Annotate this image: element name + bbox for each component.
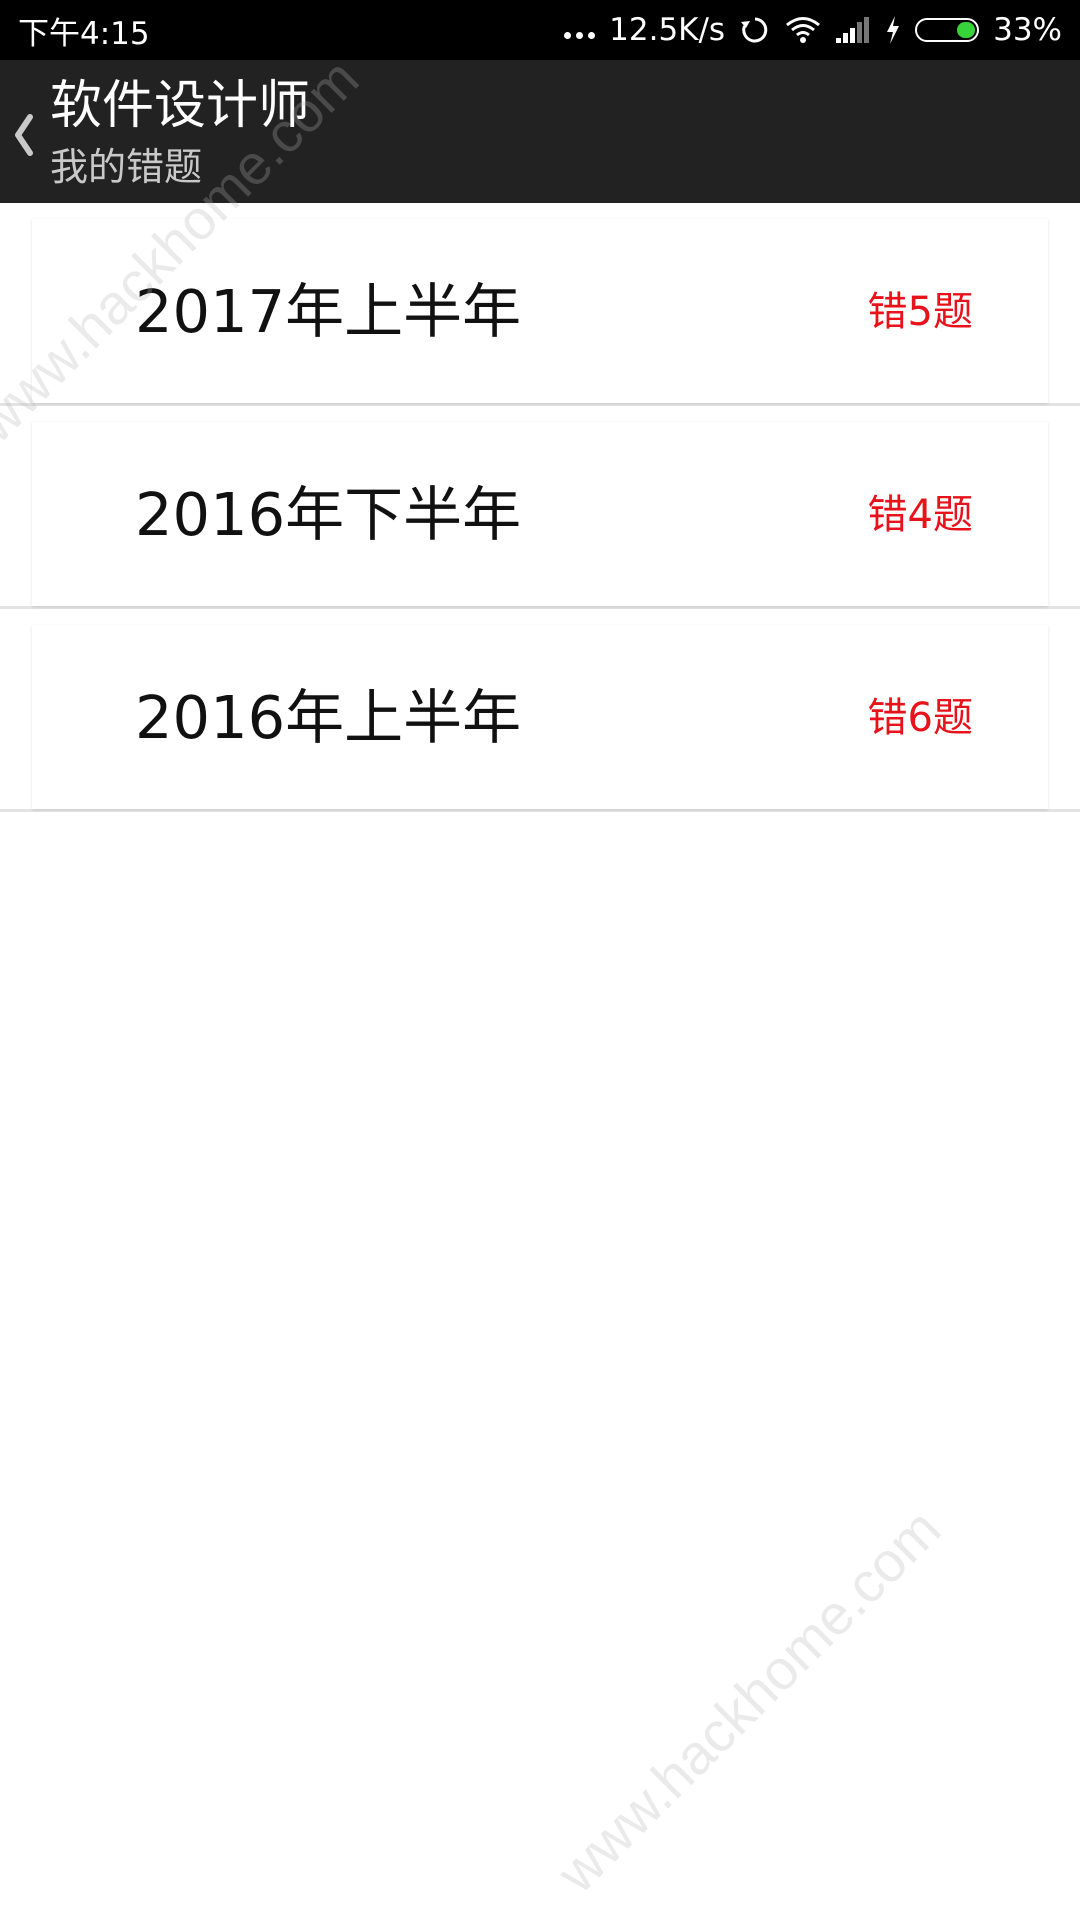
more-dots-icon <box>564 31 596 39</box>
status-bar: 下午4:15 12.5K/s 33% <box>0 0 1080 60</box>
battery-percent: 33% <box>993 12 1062 48</box>
status-time: 下午4:15 <box>18 15 150 52</box>
status-right: 12.5K/s 33% <box>564 12 1062 48</box>
network-speed: 12.5K/s <box>609 12 726 48</box>
list-item: 2016年下半年 错4题 <box>0 406 1080 609</box>
list-item-title: 2016年上半年 <box>135 683 522 752</box>
wifi-icon <box>785 16 821 44</box>
status-left: 下午4:15 <box>18 8 150 53</box>
app-screen: 下午4:15 12.5K/s 33% 软件设计师 我的错题 2017年上半年 错… <box>0 0 1080 1920</box>
sync-icon <box>739 14 771 46</box>
list-item-card[interactable]: 2016年上半年 错6题 <box>32 625 1048 809</box>
list-item-title: 2017年上半年 <box>135 277 522 346</box>
wrong-count-badge: 错4题 <box>867 492 973 538</box>
charging-icon <box>885 15 901 45</box>
signal-icon <box>835 16 871 44</box>
list-item: 2017年上半年 错5题 <box>0 203 1080 406</box>
chevron-left-icon <box>15 114 33 156</box>
wrong-count-badge: 错5题 <box>867 289 973 335</box>
list-item-card[interactable]: 2017年上半年 错5题 <box>32 219 1048 403</box>
page-subtitle: 我的错题 <box>50 145 203 189</box>
page-title: 软件设计师 <box>50 76 311 136</box>
watermark: www.hackhome.com <box>544 1496 953 1905</box>
wrong-count-badge: 错6题 <box>867 695 973 741</box>
list-item-title: 2016年下半年 <box>135 480 522 549</box>
battery-icon <box>915 18 980 42</box>
back-button[interactable] <box>6 100 42 170</box>
list-item-card[interactable]: 2016年下半年 错4题 <box>32 422 1048 606</box>
list-item: 2016年上半年 错6题 <box>0 609 1080 812</box>
wrong-questions-list: 2017年上半年 错5题 2016年下半年 错4题 2016年上半年 错6题 <box>0 203 1080 812</box>
app-header: 软件设计师 我的错题 <box>0 60 1080 203</box>
